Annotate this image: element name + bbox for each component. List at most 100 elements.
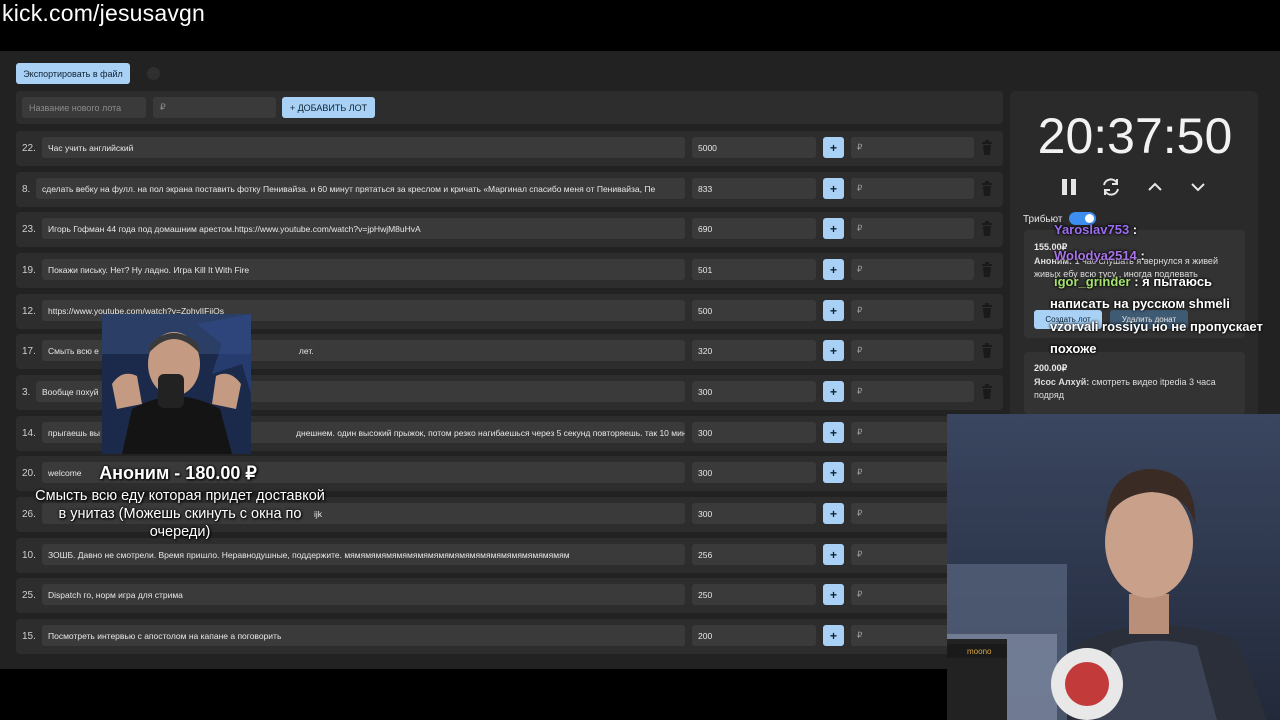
lot-name-input[interactable]: Посмотреть интервью с апостолом на капан… <box>42 625 685 646</box>
lot-name-input[interactable]: ЗОШБ. Давно не смотрели. Время пришло. Н… <box>42 544 685 565</box>
lot-name-text-tail: лет. <box>298 345 314 356</box>
add-amount-button[interactable]: + <box>823 340 844 361</box>
lot-amount-input[interactable]: 256 <box>692 544 816 565</box>
add-lot-bar: Название нового лота ₽ + ДОБАВИТЬ ЛОТ <box>16 91 1003 124</box>
lot-amount-input[interactable]: 501 <box>692 259 816 280</box>
add-amount-input[interactable]: ₽ <box>851 259 974 280</box>
status-dot <box>147 67 160 80</box>
lot-number: 15. <box>22 631 36 642</box>
mic-brand-label: moono <box>967 647 992 656</box>
lot-number: 17. <box>22 346 36 357</box>
add-amount-input[interactable]: ₽ <box>851 300 974 321</box>
add-amount-input[interactable]: ₽ <box>851 137 974 158</box>
lot-number: 22. <box>22 143 36 154</box>
lot-name-text: сделать вебку на фулл. на пол экрана пос… <box>42 183 656 194</box>
trash-icon[interactable] <box>981 384 993 399</box>
lot-amount-input[interactable]: 300 <box>692 381 816 402</box>
trash-icon[interactable] <box>981 303 993 318</box>
lot-row: 8. сделать вебку на фулл. на пол экрана п… <box>16 172 1003 207</box>
chat-message: похоже <box>1050 341 1096 356</box>
chevron-down-icon[interactable] <box>1187 176 1209 198</box>
lot-row: 22. Час учить английский 5000 + ₽ <box>16 131 1003 166</box>
add-amount-button[interactable]: + <box>823 259 844 280</box>
lot-name-text: ЗОШБ. Давно не смотрели. Время пришло. Н… <box>48 549 570 560</box>
lot-number: 14. <box>22 428 36 439</box>
add-amount-button[interactable]: + <box>823 625 844 646</box>
add-amount-input[interactable]: ₽ <box>851 178 974 199</box>
donation-amount: 200.00₽ <box>1034 363 1068 373</box>
lot-amount-input[interactable]: 500 <box>692 300 816 321</box>
lot-amount-input[interactable]: 300 <box>692 503 816 524</box>
lot-row: 15. Посмотреть интервью с апостолом на ка… <box>16 619 1003 654</box>
chat-text: написать на русском shmeli <box>1050 296 1230 311</box>
lot-name-text: Час учить английский <box>48 142 134 153</box>
add-amount-input[interactable]: ₽ <box>851 340 974 361</box>
trash-icon[interactable] <box>981 181 993 196</box>
new-lot-name-input[interactable]: Название нового лота <box>22 97 146 118</box>
lot-name-input[interactable]: сделать вебку на фулл. на пол экрана пос… <box>36 178 685 199</box>
add-amount-input[interactable]: ₽ <box>851 381 974 402</box>
add-amount-button[interactable]: + <box>823 544 844 565</box>
chat-text: похоже <box>1050 341 1097 356</box>
alert-title: Аноним - 180.00 ₽ <box>99 463 257 483</box>
trash-icon[interactable] <box>981 343 993 358</box>
add-amount-button[interactable]: + <box>823 178 844 199</box>
lot-amount-input[interactable]: 300 <box>692 422 816 443</box>
add-amount-button[interactable]: + <box>823 503 844 524</box>
lot-number: 12. <box>22 306 36 317</box>
add-amount-button[interactable]: + <box>823 462 844 483</box>
add-amount-button[interactable]: + <box>823 218 844 239</box>
lot-name-input[interactable]: Dispatch го, норм игра для стрима <box>42 584 685 605</box>
lot-amount-input[interactable]: 200 <box>692 625 816 646</box>
trash-icon[interactable] <box>981 262 993 277</box>
lot-number: 19. <box>22 265 36 276</box>
lot-amount-input[interactable]: 690 <box>692 218 816 239</box>
webcam-feed: moono <box>947 414 1280 720</box>
alert-image <box>102 314 251 454</box>
lot-name-text: Вообще похуй <box>42 386 99 397</box>
donation-card: 200.00₽ Ясос Алхуй: смотреть видео itped… <box>1024 352 1245 414</box>
new-lot-amount-input[interactable]: ₽ <box>153 97 276 118</box>
chat-username: igor_grinder <box>1054 274 1131 289</box>
stream-frame: kick.com/jesusavgn Экспортировать в файл… <box>0 0 1280 720</box>
add-lot-button[interactable]: + ДОБАВИТЬ ЛОТ <box>282 97 375 118</box>
trash-icon[interactable] <box>981 140 993 155</box>
add-amount-button[interactable]: + <box>823 422 844 443</box>
export-to-file-button[interactable]: Экспортировать в файл <box>16 63 130 84</box>
lot-amount-input[interactable]: 250 <box>692 584 816 605</box>
lot-amount-input[interactable]: 833 <box>692 178 816 199</box>
lot-name-input[interactable]: Игорь Гофман 44 года под домашним аресто… <box>42 218 685 239</box>
lot-name-input[interactable]: Час учить английский <box>42 137 685 158</box>
chat-message: Wolodya2514 : <box>1054 248 1145 263</box>
chat-message: написать на русском shmeli <box>1050 296 1230 311</box>
chat-text: я пытаюсь <box>1138 274 1213 289</box>
lot-name-text: Dispatch го, норм игра для стрима <box>48 589 183 600</box>
donation-author: Ясос Алхуй: <box>1034 377 1090 387</box>
chat-username: Wolodya2514 <box>1054 248 1137 263</box>
chat-separator: : <box>1136 248 1145 263</box>
chat-separator: : <box>1130 274 1139 289</box>
add-amount-button[interactable]: + <box>823 584 844 605</box>
pause-icon[interactable] <box>1058 176 1080 198</box>
chat-separator: : <box>1129 222 1138 237</box>
reset-icon[interactable] <box>1100 176 1122 198</box>
lot-row: 23. Игорь Гофман 44 года под домашним аре… <box>16 212 1003 247</box>
add-amount-button[interactable]: + <box>823 300 844 321</box>
lot-amount-input[interactable]: 300 <box>692 462 816 483</box>
trash-icon[interactable] <box>981 221 993 236</box>
lot-number: 3. <box>22 387 31 398</box>
lot-amount-input[interactable]: 5000 <box>692 137 816 158</box>
lot-name-input[interactable]: Покажи письку. Нет? Ну ладно. Игра Kill … <box>42 259 685 280</box>
add-amount-input[interactable]: ₽ <box>851 218 974 239</box>
add-amount-button[interactable]: + <box>823 137 844 158</box>
lot-row: 25. Dispatch го, норм игра для стрима 250 +… <box>16 578 1003 613</box>
lot-name-text: Смыть всю е <box>48 345 99 356</box>
chat-message: Yaroslav753 : <box>1054 222 1137 237</box>
stream-url-overlay: kick.com/jesusavgn <box>2 0 206 26</box>
lot-amount-input[interactable]: 320 <box>692 340 816 361</box>
lot-name-text: Посмотреть интервью с апостолом на капан… <box>48 630 282 641</box>
chevron-up-icon[interactable] <box>1144 176 1166 198</box>
chat-username: Yaroslav753 <box>1054 222 1130 237</box>
lot-name-text: прыгаешь вы <box>48 427 101 438</box>
add-amount-button[interactable]: + <box>823 381 844 402</box>
